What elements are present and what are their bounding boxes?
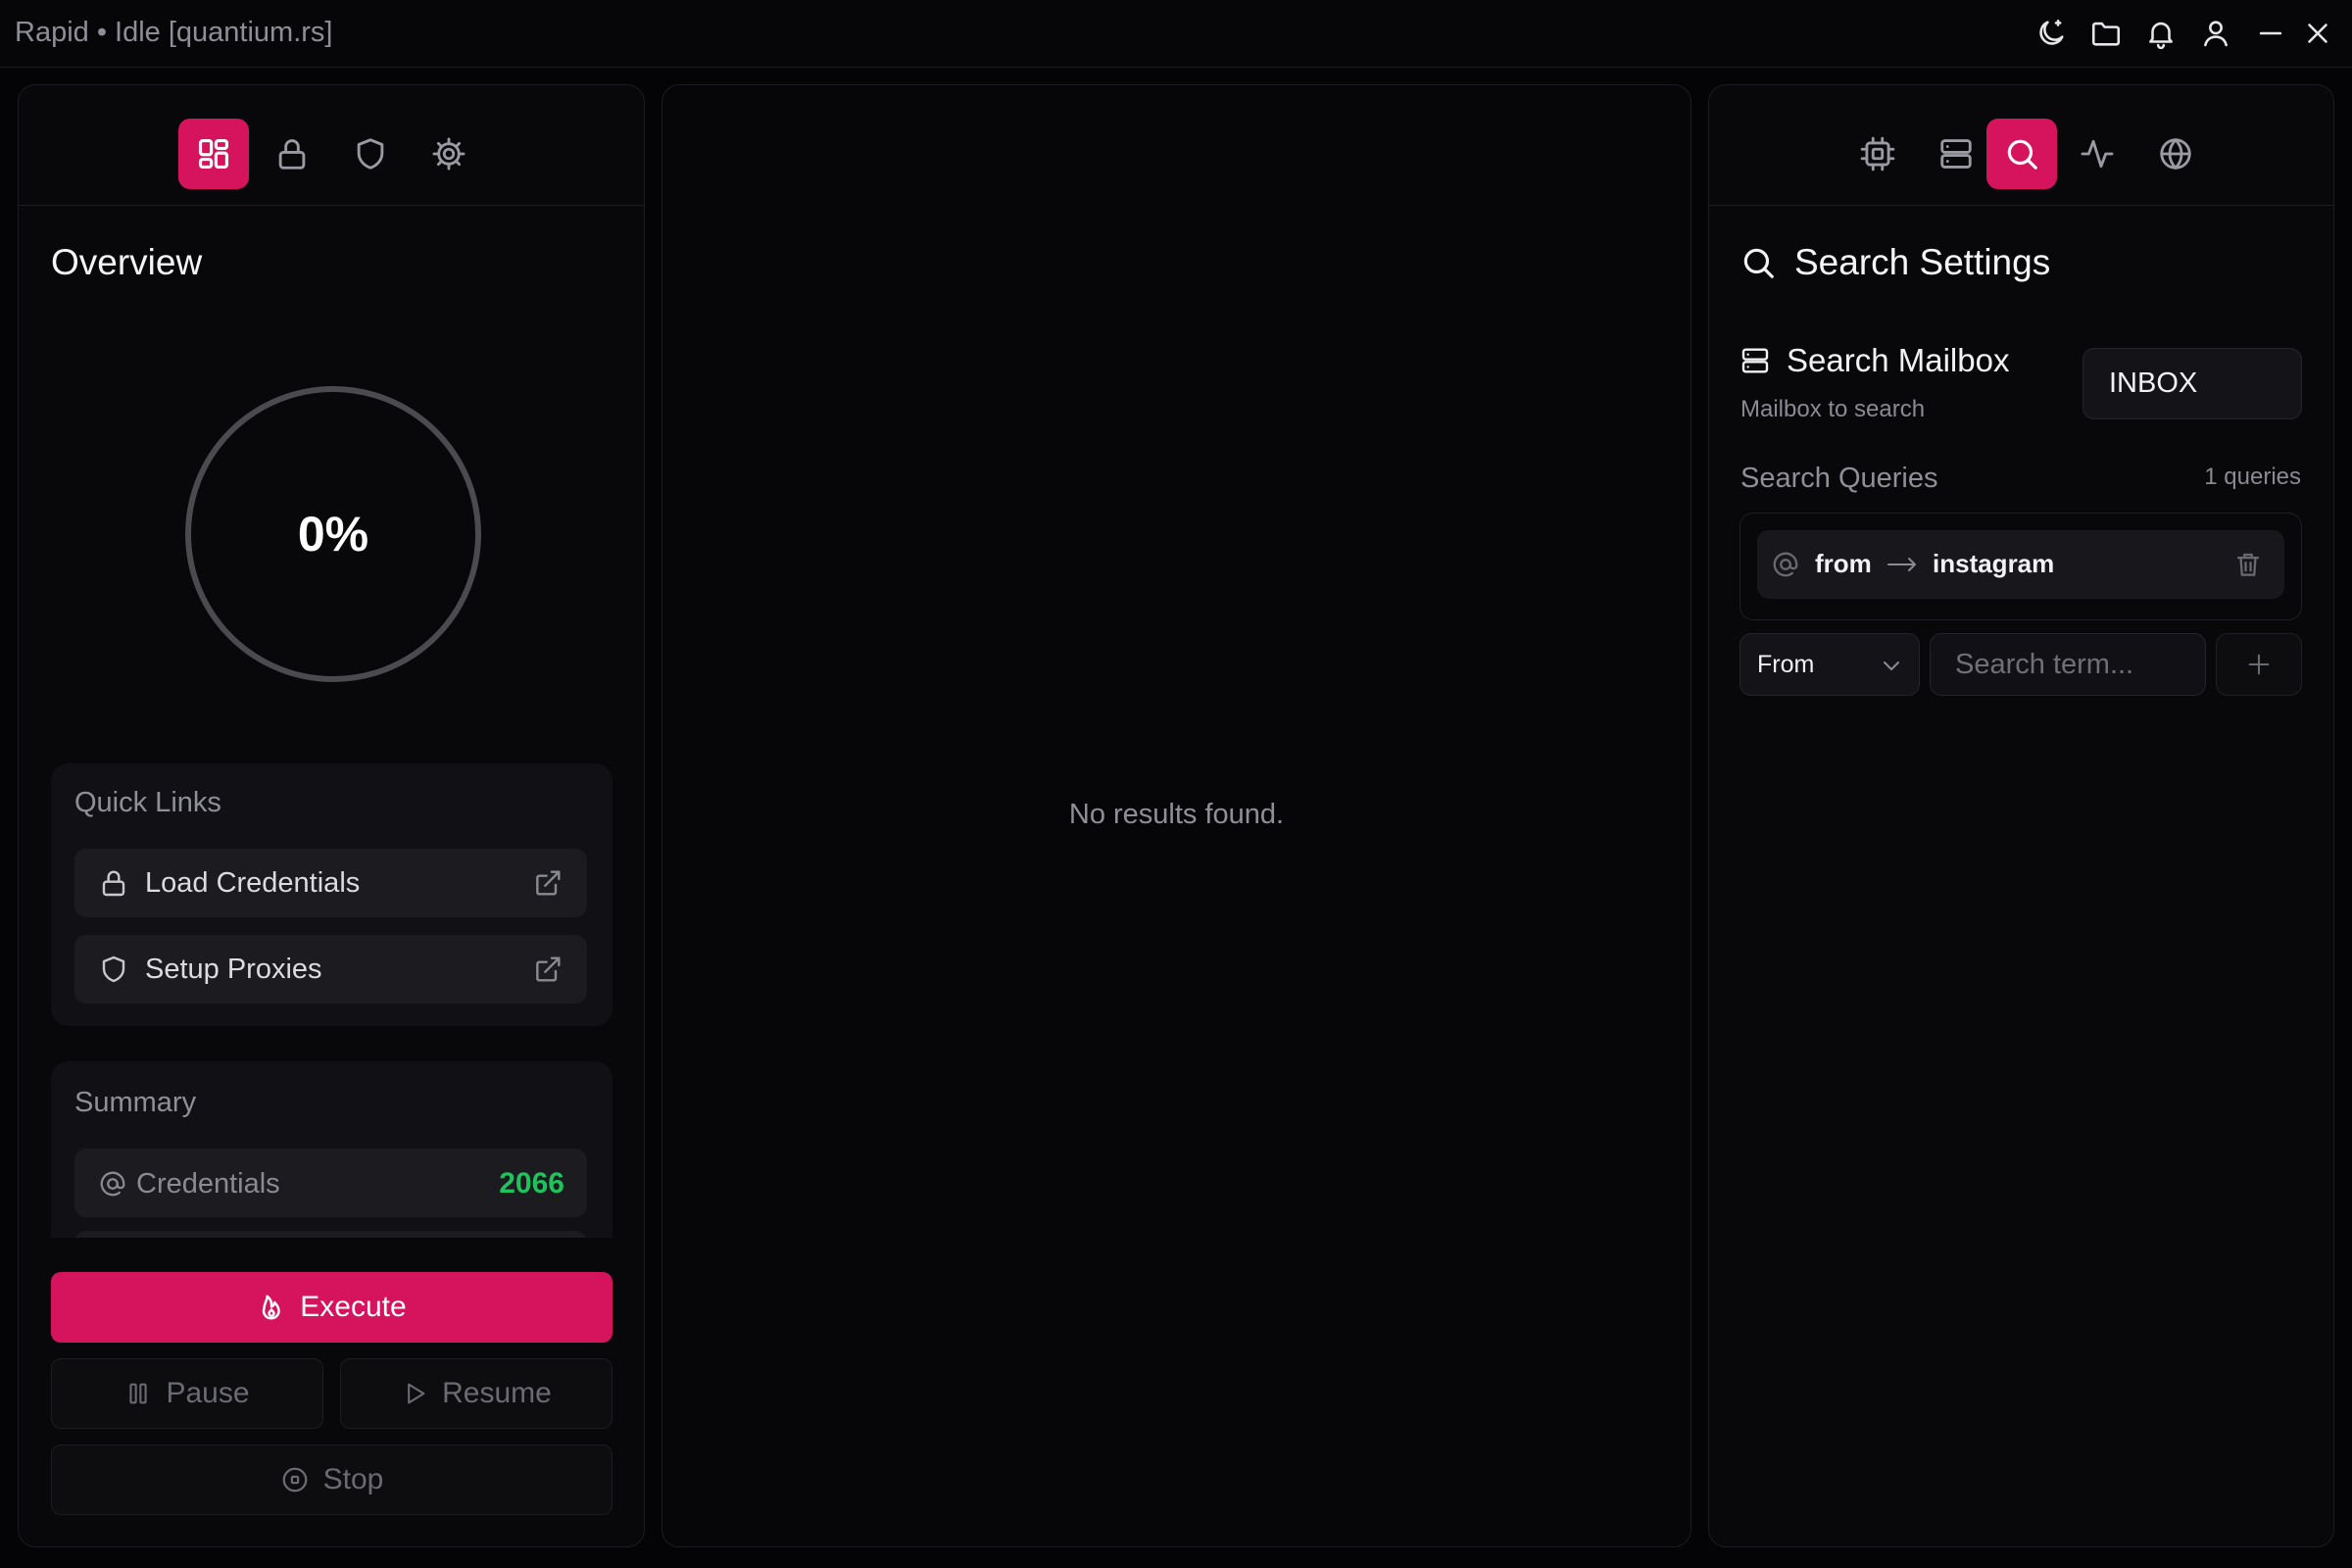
mailbox-input[interactable]: INBOX bbox=[2082, 348, 2302, 419]
summary-credentials-value: 2066 bbox=[499, 1167, 564, 1200]
search-queries-count: 1 queries bbox=[2204, 464, 2301, 490]
query-field-select-value: From bbox=[1757, 651, 1815, 678]
folder-icon[interactable] bbox=[2089, 17, 2123, 50]
gear-icon bbox=[430, 135, 467, 172]
query-field: from bbox=[1815, 549, 1872, 578]
lock-icon bbox=[273, 135, 311, 172]
pause-label: Pause bbox=[166, 1377, 250, 1409]
summary-row-credentials: Credentials 2066 bbox=[74, 1149, 587, 1217]
tab-cpu[interactable] bbox=[1842, 119, 1913, 189]
search-queries-title: Search Queries bbox=[1740, 463, 1938, 494]
window-title: Rapid • Idle [quantium.rs] bbox=[15, 17, 333, 48]
tab-search[interactable] bbox=[1986, 119, 2057, 189]
tab-proxies[interactable] bbox=[335, 119, 406, 189]
right-panel: Search Settings Search Mailbox Mailbox t… bbox=[1708, 84, 2334, 1547]
server-icon bbox=[1740, 345, 1771, 376]
activity-icon bbox=[2079, 135, 2116, 172]
stop-button[interactable]: Stop bbox=[51, 1445, 612, 1515]
bell-icon[interactable] bbox=[2144, 17, 2178, 50]
query-item: from instagram bbox=[1757, 530, 2284, 599]
search-mailbox-label: Search Mailbox bbox=[1740, 342, 2009, 379]
user-icon[interactable] bbox=[2199, 17, 2232, 50]
arrow-right-icon bbox=[1886, 552, 1919, 577]
search-mailbox-text: Search Mailbox bbox=[1787, 342, 2010, 378]
stop-circle-icon bbox=[280, 1465, 310, 1494]
search-icon bbox=[1740, 244, 1777, 281]
tab-network[interactable] bbox=[2140, 119, 2211, 189]
external-link-icon bbox=[532, 954, 564, 985]
summary-title: Summary bbox=[74, 1087, 197, 1118]
execute-label: Execute bbox=[300, 1291, 407, 1323]
plus-icon bbox=[2245, 651, 2273, 678]
right-tab-bar bbox=[1709, 85, 2333, 206]
shield-icon bbox=[98, 954, 129, 985]
query-list: from instagram bbox=[1740, 513, 2302, 620]
progress-percent: 0% bbox=[297, 507, 369, 562]
globe-icon bbox=[2157, 135, 2194, 172]
moon-icon[interactable] bbox=[2034, 17, 2068, 50]
search-mailbox-sublabel: Mailbox to search bbox=[1740, 396, 1926, 422]
quick-links-title: Quick Links bbox=[74, 787, 221, 818]
trash-icon[interactable] bbox=[2233, 549, 2263, 580]
add-query-button[interactable] bbox=[2216, 633, 2302, 696]
tab-credentials[interactable] bbox=[257, 119, 327, 189]
results-panel: No results found. bbox=[662, 84, 1691, 1547]
title-bar: Rapid • Idle [quantium.rs] bbox=[0, 0, 2352, 68]
at-icon bbox=[98, 1169, 127, 1199]
search-settings-heading: Search Settings bbox=[1740, 242, 2050, 283]
shield-icon bbox=[352, 135, 389, 172]
load-credentials-link[interactable]: Load Credentials bbox=[74, 849, 587, 917]
lock-icon bbox=[98, 867, 129, 899]
setup-proxies-link[interactable]: Setup Proxies bbox=[74, 935, 587, 1004]
stop-label: Stop bbox=[322, 1463, 384, 1495]
no-results-text: No results found. bbox=[1068, 799, 1285, 830]
pause-button[interactable]: Pause bbox=[51, 1358, 323, 1429]
summary-credentials-label: Credentials bbox=[136, 1168, 280, 1200]
load-credentials-label: Load Credentials bbox=[145, 867, 361, 899]
search-icon bbox=[2003, 135, 2040, 172]
server-icon bbox=[1937, 135, 1975, 172]
search-term-input[interactable]: Search term... bbox=[1930, 633, 2206, 696]
setup-proxies-label: Setup Proxies bbox=[145, 954, 322, 985]
query-field-select[interactable]: From bbox=[1740, 633, 1920, 696]
cpu-icon bbox=[1859, 135, 1896, 172]
dashboard-icon bbox=[195, 135, 232, 172]
resume-label: Resume bbox=[442, 1377, 552, 1409]
flame-icon bbox=[257, 1293, 286, 1322]
summary-row-next bbox=[74, 1231, 587, 1238]
execute-button[interactable]: Execute bbox=[51, 1272, 612, 1343]
minimize-icon[interactable] bbox=[2254, 17, 2287, 50]
resume-button[interactable]: Resume bbox=[340, 1358, 612, 1429]
tab-activity[interactable] bbox=[2062, 119, 2132, 189]
summary-card: Summary Credentials 2066 bbox=[51, 1061, 612, 1238]
tab-dashboard[interactable] bbox=[178, 119, 249, 189]
quick-links-card: Quick Links Load Credentials Setup Proxi… bbox=[51, 763, 612, 1026]
chevron-down-icon bbox=[1880, 654, 1903, 677]
external-link-icon bbox=[532, 867, 564, 899]
search-settings-title: Search Settings bbox=[1794, 242, 2051, 282]
overview-title: Overview bbox=[51, 242, 203, 282]
query-value: instagram bbox=[1933, 549, 2055, 578]
left-panel: Overview 0% Quick Links Load Credentials bbox=[18, 84, 645, 1547]
play-icon bbox=[401, 1380, 428, 1407]
tab-server[interactable] bbox=[1921, 119, 1991, 189]
at-icon bbox=[1771, 550, 1800, 579]
close-icon[interactable] bbox=[2301, 17, 2334, 50]
tab-settings[interactable] bbox=[414, 119, 484, 189]
left-tab-bar bbox=[19, 85, 644, 206]
pause-icon bbox=[124, 1380, 152, 1407]
